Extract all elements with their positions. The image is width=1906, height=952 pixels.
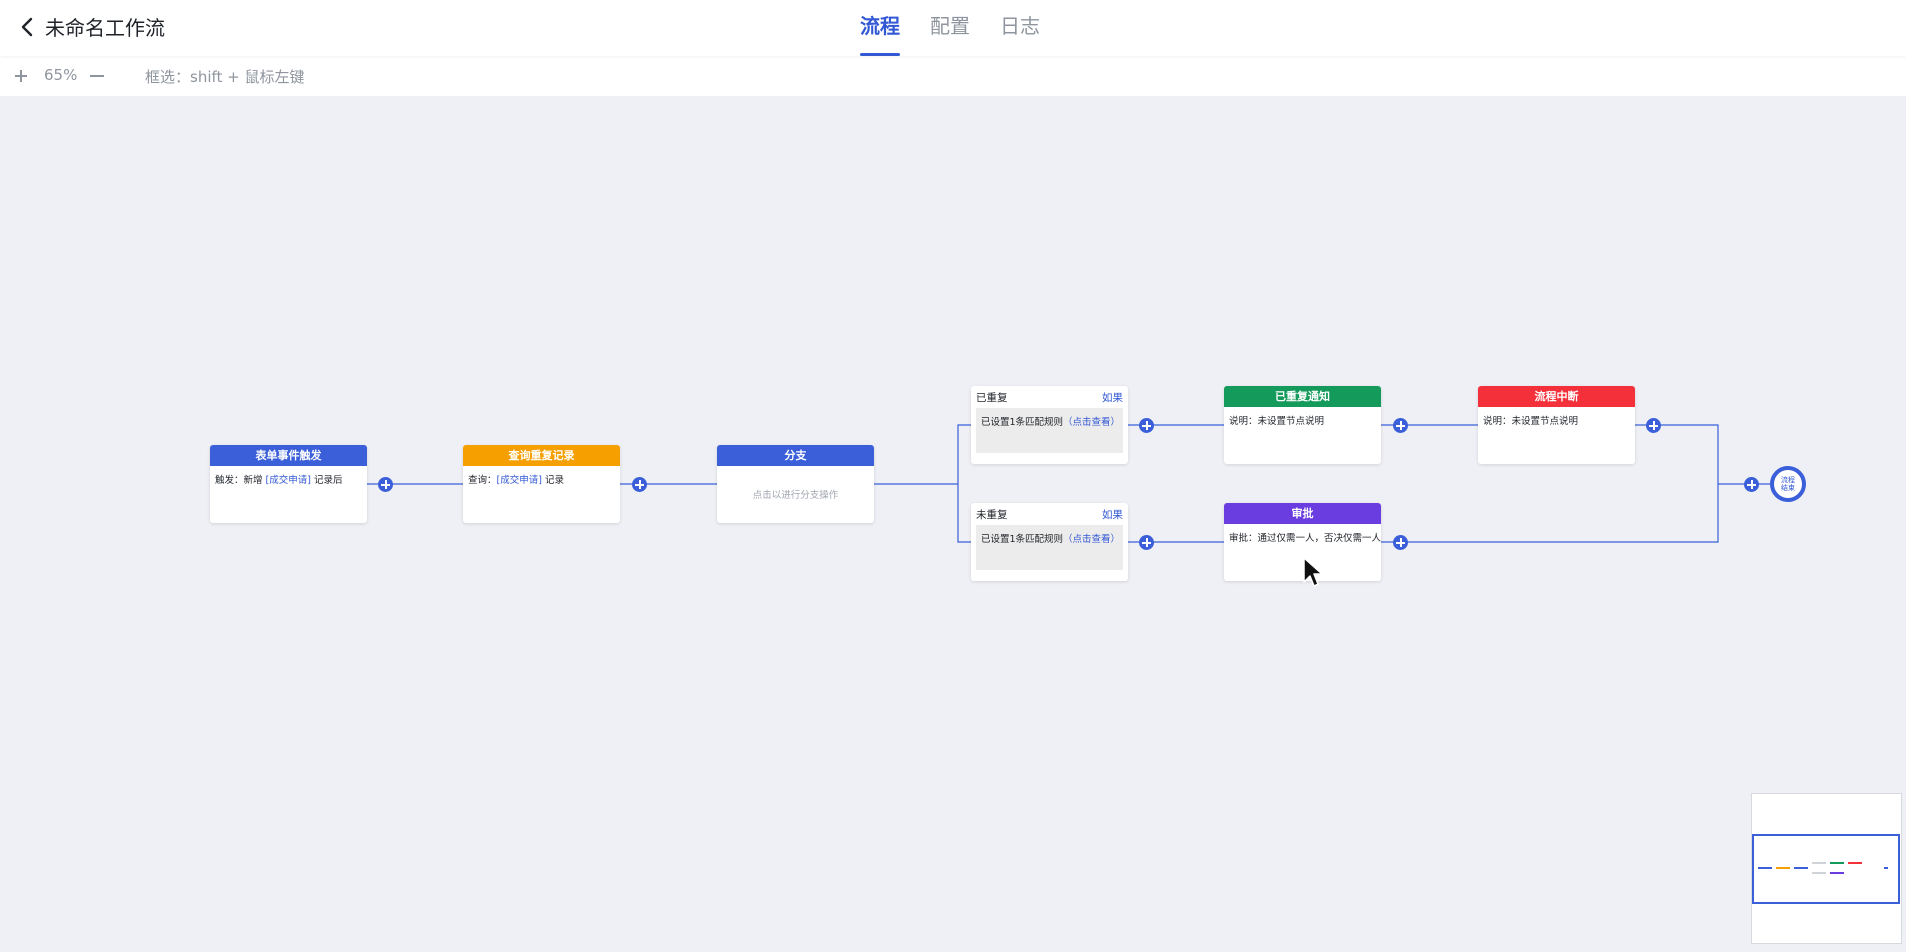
- minimap-node: [1848, 862, 1862, 864]
- branch-not-duplicate-rule: 已设置1条匹配规则（点击查看）: [976, 525, 1123, 570]
- minimap-node: [1812, 862, 1826, 864]
- branch-not-duplicate-header: 未重复 如果: [971, 503, 1128, 525]
- branch-node-placeholder: 点击以进行分支操作: [752, 490, 839, 501]
- tab-flow[interactable]: 流程: [860, 0, 900, 56]
- trigger-suffix: 记录后: [310, 475, 343, 486]
- box-select-hint: 框选：shift + 鼠标左键: [145, 68, 305, 86]
- page-title: 未命名工作流: [45, 16, 165, 40]
- canvas-toolbar: 65% 框选：shift + 鼠标左键: [0, 56, 1906, 96]
- interrupt-node[interactable]: 流程中断 说明：未设置节点说明: [1478, 386, 1635, 464]
- tab-bar: 流程 配置 日志: [860, 0, 1040, 56]
- trigger-node-body: 触发：新增 [成交申请] 记录后: [210, 466, 367, 492]
- notify-node[interactable]: 已重复通知 说明：未设置节点说明: [1224, 386, 1381, 464]
- tab-config[interactable]: 配置: [930, 0, 970, 56]
- branch-duplicate-if-link[interactable]: 如果: [1102, 390, 1123, 405]
- query-node-title: 查询重复记录: [463, 445, 620, 466]
- query-form-link[interactable]: [成交申请]: [497, 475, 542, 486]
- flow-end-label: 流程 结束: [1781, 476, 1795, 492]
- branch-duplicate-title: 已重复: [976, 391, 1008, 404]
- approval-node-body: 审批：通过仅需一人，否决仅需一人: [1229, 533, 1382, 544]
- rule-text: 已设置1条匹配规则: [981, 417, 1064, 428]
- minimap-node: [1830, 862, 1844, 864]
- trigger-node-title: 表单事件触发: [210, 445, 367, 466]
- minimap-node: [1830, 872, 1844, 874]
- branch-duplicate-header: 已重复 如果: [971, 386, 1128, 408]
- rule-view-link[interactable]: （点击查看）: [1063, 417, 1120, 428]
- add-node-button[interactable]: [378, 477, 393, 492]
- minimap-node: [1884, 867, 1888, 869]
- query-suffix: 记录: [541, 475, 564, 486]
- add-node-button[interactable]: [1139, 418, 1154, 433]
- branch-duplicate[interactable]: 已重复 如果 已设置1条匹配规则（点击查看）: [971, 386, 1128, 464]
- minimap-node: [1794, 867, 1808, 869]
- query-node[interactable]: 查询重复记录 查询：[成交申请] 记录: [463, 445, 620, 523]
- chevron-left-icon: [21, 17, 33, 37]
- add-node-button[interactable]: [632, 477, 647, 492]
- rule-text: 已设置1条匹配规则: [981, 534, 1064, 545]
- minimap-viewport[interactable]: [1752, 834, 1900, 904]
- add-node-button[interactable]: [1393, 418, 1408, 433]
- minimap-node: [1776, 867, 1790, 869]
- connector-branch-fork: [957, 424, 971, 543]
- add-node-button[interactable]: [1393, 535, 1408, 550]
- add-node-button[interactable]: [1646, 418, 1661, 433]
- zoom-out-button[interactable]: [85, 64, 109, 88]
- back-button[interactable]: [14, 14, 40, 40]
- minimap-node: [1812, 872, 1826, 874]
- zoom-level: 65%: [44, 66, 78, 84]
- rule-view-link[interactable]: （点击查看）: [1063, 534, 1120, 545]
- minus-icon: [90, 75, 104, 77]
- flow-end-node[interactable]: 流程 结束: [1770, 466, 1806, 502]
- branch-duplicate-rule: 已设置1条匹配规则（点击查看）: [976, 408, 1123, 453]
- interrupt-node-title: 流程中断: [1478, 386, 1635, 407]
- plus-icon: [15, 70, 27, 82]
- branch-node-title: 分支: [717, 445, 874, 466]
- end-line-1: 流程: [1781, 476, 1795, 484]
- interrupt-node-body: 说明：未设置节点说明: [1483, 416, 1579, 427]
- top-bar: 未命名工作流 流程 配置 日志: [0, 0, 1906, 56]
- minimap[interactable]: [1751, 793, 1902, 944]
- minimap-node: [1758, 867, 1772, 869]
- branch-not-duplicate[interactable]: 未重复 如果 已设置1条匹配规则（点击查看）: [971, 503, 1128, 581]
- mouse-pointer-icon: [1303, 557, 1323, 587]
- add-node-button[interactable]: [1139, 535, 1154, 550]
- branch-node[interactable]: 分支 点击以进行分支操作: [717, 445, 874, 523]
- approval-node-title: 审批: [1224, 503, 1381, 524]
- tab-log[interactable]: 日志: [1000, 0, 1040, 56]
- zoom-in-button[interactable]: [9, 64, 33, 88]
- trigger-text: 触发：新增: [215, 475, 266, 486]
- query-text: 查询：: [468, 475, 497, 486]
- notify-node-title: 已重复通知: [1224, 386, 1381, 407]
- query-node-body: 查询：[成交申请] 记录: [463, 466, 620, 492]
- trigger-form-link[interactable]: [成交申请]: [266, 475, 311, 486]
- notify-node-body: 说明：未设置节点说明: [1229, 416, 1325, 427]
- add-node-button[interactable]: [1744, 477, 1759, 492]
- branch-not-duplicate-title: 未重复: [976, 508, 1008, 521]
- end-line-2: 结束: [1781, 484, 1795, 492]
- trigger-node[interactable]: 表单事件触发 触发：新增 [成交申请] 记录后: [210, 445, 367, 523]
- branch-not-duplicate-if-link[interactable]: 如果: [1102, 507, 1123, 522]
